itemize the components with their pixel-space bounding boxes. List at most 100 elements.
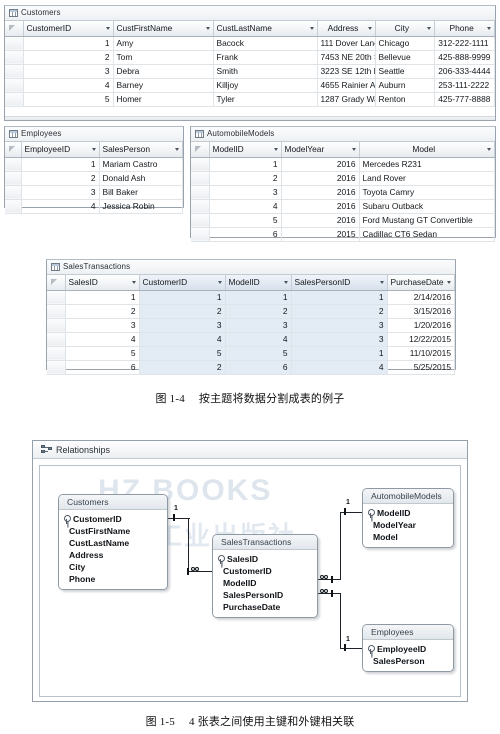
- column-header[interactable]: EmployeeID: [21, 142, 100, 158]
- cell[interactable]: Frank: [213, 50, 318, 65]
- cell[interactable]: Tyler: [213, 92, 318, 107]
- cell[interactable]: 12/22/2015: [387, 332, 455, 347]
- cell[interactable]: Donald Ash: [99, 171, 183, 186]
- table-row[interactable]: 3 Bill Baker: [5, 185, 183, 200]
- cell[interactable]: Auburn: [375, 78, 436, 93]
- table-row[interactable]: 4 Barney Killjoy 4655 Rainier Ave. Aubur…: [5, 78, 495, 93]
- cell[interactable]: 7453 NE 20th St.: [317, 50, 376, 65]
- datasheet-grid-employees[interactable]: EmployeeID SalesPerson 1 Mariam Castro 2…: [5, 142, 183, 214]
- cell[interactable]: 2016: [281, 171, 360, 186]
- column-header[interactable]: PurchaseDate: [387, 275, 455, 291]
- chevron-down-icon[interactable]: [131, 280, 136, 284]
- column-header[interactable]: Address: [317, 21, 376, 37]
- row-selector[interactable]: [191, 227, 210, 242]
- cell[interactable]: Barney: [113, 78, 214, 93]
- chevron-down-icon[interactable]: [217, 280, 222, 284]
- cell[interactable]: 4: [23, 78, 114, 93]
- cell[interactable]: 3: [291, 318, 388, 333]
- cell[interactable]: Mercedes R231: [359, 157, 495, 172]
- cell[interactable]: 2: [209, 171, 282, 186]
- cell[interactable]: 5: [225, 346, 292, 361]
- chevron-down-icon[interactable]: [205, 26, 210, 30]
- cell[interactable]: 3: [23, 64, 114, 79]
- cell[interactable]: 3223 SE 12th Pl.: [317, 64, 376, 79]
- relationships-window[interactable]: Relationships HZ BOOKS 机械工业出版社 1 1 1 Cus…: [32, 440, 468, 702]
- cell[interactable]: 6: [209, 227, 282, 242]
- chevron-down-icon[interactable]: [447, 280, 451, 284]
- chevron-down-icon[interactable]: [309, 26, 314, 30]
- column-header-selected[interactable]: ModelID: [225, 275, 292, 291]
- field-row[interactable]: SalesPerson: [367, 655, 449, 667]
- table-row[interactable]: 5 2016 Ford Mustang GT Convertible: [191, 213, 495, 228]
- cell[interactable]: 5: [139, 346, 226, 361]
- cell[interactable]: 3: [225, 318, 292, 333]
- cell[interactable]: 253-111-2222: [434, 78, 495, 93]
- datasheet-window-employees[interactable]: Employees EmployeeID SalesPerson 1 Maria…: [4, 126, 184, 214]
- cell[interactable]: Bellevue: [375, 50, 436, 65]
- chevron-down-icon[interactable]: [91, 147, 96, 151]
- cell[interactable]: 2: [23, 50, 114, 65]
- cell[interactable]: 4: [21, 199, 100, 214]
- cell[interactable]: 2016: [281, 157, 360, 172]
- table-row[interactable]: 4 4 4 3 12/22/2015: [47, 332, 455, 347]
- cell[interactable]: Homer: [113, 92, 214, 107]
- column-header[interactable]: SalesPerson: [99, 142, 183, 158]
- row-selector[interactable]: [191, 199, 210, 214]
- cell[interactable]: 2016: [281, 185, 360, 200]
- cell[interactable]: 4: [65, 332, 140, 347]
- cell[interactable]: 5: [209, 213, 282, 228]
- row-selector[interactable]: [5, 92, 24, 107]
- cell[interactable]: 2: [65, 304, 140, 319]
- cell[interactable]: 1/20/2016: [387, 318, 455, 333]
- cell[interactable]: Seattle: [375, 64, 436, 79]
- field-row[interactable]: CustLastName: [63, 537, 163, 549]
- cell[interactable]: 1: [209, 157, 282, 172]
- cell[interactable]: 2016: [281, 199, 360, 214]
- row-selector[interactable]: [5, 199, 22, 214]
- cell[interactable]: 3: [65, 318, 140, 333]
- table-row[interactable]: 5 5 5 1 11/10/2015: [47, 346, 455, 361]
- table-row[interactable]: 2 Donald Ash: [5, 171, 183, 186]
- chevron-down-icon[interactable]: [487, 147, 491, 151]
- column-header[interactable]: Model: [359, 142, 495, 158]
- table-row[interactable]: 2 2016 Land Rover: [191, 171, 495, 186]
- row-selector[interactable]: [191, 157, 210, 172]
- table-row[interactable]: 5 Homer Tyler 1287 Grady Way Renton 425-…: [5, 92, 495, 107]
- row-selector[interactable]: [191, 185, 210, 200]
- column-header[interactable]: Phone: [434, 21, 495, 37]
- table-row[interactable]: 1 Amy Bacock 111 Dover Lane Chicago 312-…: [5, 36, 495, 51]
- cell[interactable]: Jessica Robin: [99, 199, 183, 214]
- cell[interactable]: 1: [23, 36, 114, 51]
- cell[interactable]: 11/10/2015: [387, 346, 455, 361]
- relationship-table-customers[interactable]: Customers CustomerID CustFirstName CustL…: [58, 494, 168, 590]
- cell[interactable]: Bill Baker: [99, 185, 183, 200]
- table-row[interactable]: 3 2016 Toyota Camry: [191, 185, 495, 200]
- row-selector[interactable]: [5, 171, 22, 186]
- cell[interactable]: 6: [225, 360, 292, 375]
- cell[interactable]: 2016: [281, 213, 360, 228]
- field-row[interactable]: City: [63, 561, 163, 573]
- row-selector[interactable]: [5, 185, 22, 200]
- cell[interactable]: 1: [225, 290, 292, 305]
- cell[interactable]: 312-222-1111: [434, 36, 495, 51]
- cell[interactable]: 4: [209, 199, 282, 214]
- cell[interactable]: 1287 Grady Way: [317, 92, 376, 107]
- table-row[interactable]: 1 Mariam Castro: [5, 157, 183, 172]
- row-selector[interactable]: [47, 318, 66, 333]
- chevron-down-icon[interactable]: [283, 280, 288, 284]
- field-row[interactable]: ModelYear: [367, 519, 449, 531]
- table-row[interactable]: 4 Jessica Robin: [5, 199, 183, 214]
- row-selector[interactable]: [47, 346, 66, 361]
- chevron-down-icon[interactable]: [175, 147, 179, 151]
- datasheet-grid-salestransactions[interactable]: SalesID CustomerID ModelID SalesPersonID…: [47, 275, 455, 375]
- row-select-header[interactable]: [5, 142, 22, 158]
- field-row[interactable]: PurchaseDate: [217, 601, 313, 613]
- table-row[interactable]: 3 Debra Smith 3223 SE 12th Pl. Seattle 2…: [5, 64, 495, 79]
- cell[interactable]: Mariam Castro: [99, 157, 183, 172]
- cell[interactable]: 3: [139, 318, 226, 333]
- cell[interactable]: 3: [21, 185, 100, 200]
- row-selector[interactable]: [47, 290, 66, 305]
- cell[interactable]: Ford Mustang GT Convertible: [359, 213, 495, 228]
- table-row[interactable]: 6 2015 Cadillac CT6 Sedan: [191, 227, 495, 242]
- row-selector[interactable]: [5, 50, 24, 65]
